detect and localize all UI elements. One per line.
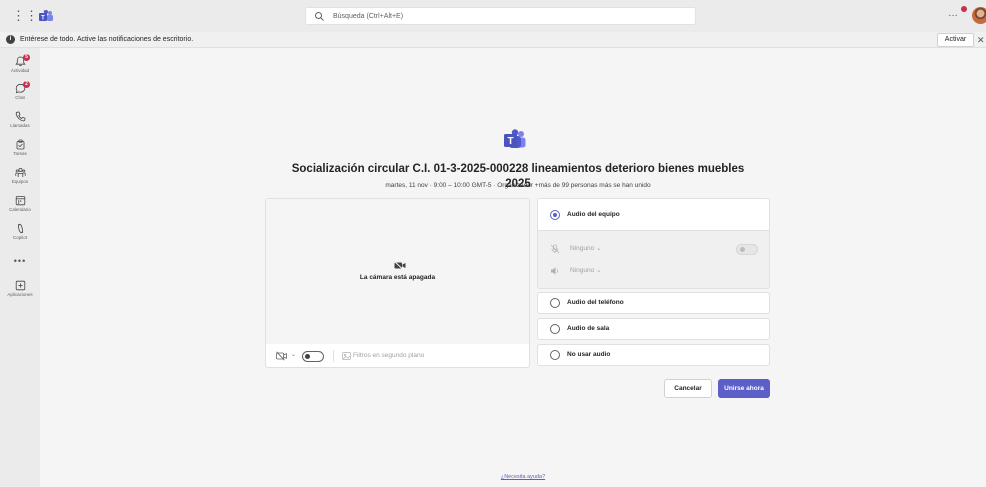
- audio-option-label: Audio del equipo: [567, 211, 620, 218]
- app-launcher-icon[interactable]: ⋮⋮⋮: [12, 9, 51, 23]
- video-preview-panel: La cámara está apagada ⌄ Filtros en segu…: [265, 198, 530, 368]
- activate-notifications-button[interactable]: Activar: [937, 33, 974, 47]
- search-icon: [315, 12, 324, 21]
- join-now-button[interactable]: Unirse ahora: [718, 379, 770, 398]
- rail-item-tasks[interactable]: Tareas: [0, 139, 40, 157]
- rail-item-calendar[interactable]: Calendario: [0, 195, 40, 213]
- search-placeholder[interactable]: Búsqueda (Ctrl+Alt+E): [333, 11, 403, 22]
- speaker-icon: [551, 267, 558, 275]
- teams-logo-icon: T: [504, 129, 526, 148]
- audio-option-none[interactable]: No usar audio: [537, 344, 770, 366]
- rail-label-calls: Llamadas: [10, 123, 30, 128]
- status-dot: [961, 6, 967, 12]
- calendar-icon: [15, 196, 25, 206]
- rail-label-copilot: Copilot: [12, 235, 27, 240]
- audio-option-room[interactable]: Audio de sala: [537, 318, 770, 340]
- audio-option-phone[interactable]: Audio del teléfono: [537, 292, 770, 314]
- avatar[interactable]: [972, 7, 986, 24]
- toggle-knob: [740, 247, 745, 252]
- rail-item-chat[interactable]: 2 Chat: [0, 81, 40, 101]
- background-filters-button[interactable]: Filtros en segundo plano: [353, 351, 424, 361]
- notification-banner: i Entérese de todo. Active las notificac…: [0, 32, 986, 48]
- radio-phone-audio[interactable]: [550, 298, 560, 308]
- activity-badge: 5: [23, 54, 30, 61]
- audio-option-label: No usar audio: [567, 351, 611, 358]
- more-apps-icon[interactable]: •••: [0, 256, 40, 266]
- rail-item-copilot[interactable]: Copilot: [0, 223, 40, 241]
- apps-add-icon: [15, 280, 25, 291]
- help-link[interactable]: ¿Necesita ayuda?: [440, 474, 606, 480]
- mic-off-icon[interactable]: [550, 244, 560, 254]
- video-preview: La cámara está apagada: [266, 199, 529, 344]
- meeting-details: martes, 11 nov · 9:00 – 10:00 GMT-5 · Or…: [385, 182, 651, 189]
- cancel-button[interactable]: Cancelar: [664, 379, 712, 398]
- video-controls: ⌄ Filtros en segundo plano: [266, 345, 529, 368]
- camera-off-icon: [394, 261, 406, 270]
- banner-text: Entérese de todo. Active las notificacio…: [20, 36, 194, 43]
- audio-device-settings: Ninguno ⌄ Ninguno ⌄: [537, 231, 770, 289]
- rail-label-tasks: Tareas: [13, 151, 27, 156]
- audio-option-label: Audio de sala: [567, 325, 610, 332]
- camera-off-icon[interactable]: [276, 351, 287, 361]
- more-options-icon[interactable]: …: [948, 8, 959, 19]
- search-box[interactable]: Búsqueda (Ctrl+Alt+E): [305, 7, 696, 25]
- rail-item-apps[interactable]: Aplicaciones: [0, 280, 40, 298]
- radio-room-audio[interactable]: [550, 324, 560, 334]
- svg-text:T: T: [507, 136, 513, 147]
- copilot-icon: [17, 223, 23, 234]
- info-icon: i: [6, 35, 15, 44]
- background-filters-icon: [342, 352, 351, 360]
- divider: [333, 350, 334, 362]
- title-bar: ⋮⋮⋮ T Búsqueda (Ctrl+Alt+E) …: [0, 0, 986, 32]
- rail-label-calendar: Calendario: [9, 207, 31, 212]
- phone-icon: [15, 111, 25, 122]
- audio-option-computer[interactable]: Audio del equipo: [537, 198, 770, 231]
- camera-off-text: La cámara está apagada: [359, 274, 436, 281]
- teams-group-icon: [14, 167, 26, 177]
- rail-item-teams[interactable]: Equipos: [0, 167, 40, 185]
- chat-badge: 2: [23, 81, 30, 88]
- rail-item-calls[interactable]: Llamadas: [0, 111, 40, 129]
- teams-logo-icon: T: [39, 10, 53, 22]
- microphone-select[interactable]: Ninguno ⌄: [570, 244, 601, 254]
- toggle-knob: [305, 354, 310, 359]
- rail-label-apps: Aplicaciones: [7, 292, 33, 297]
- radio-computer-audio[interactable]: [550, 210, 560, 220]
- rail-label-chat: Chat: [15, 95, 25, 100]
- speaker-select[interactable]: Ninguno ⌄: [570, 266, 601, 276]
- tasks-icon: [16, 139, 24, 150]
- app-rail: 5 Actividad 2 Chat Llamadas Tareas Equip…: [0, 48, 40, 487]
- chevron-down-icon[interactable]: ⌄: [291, 351, 296, 358]
- camera-toggle[interactable]: [302, 351, 324, 362]
- radio-no-audio[interactable]: [550, 350, 560, 360]
- rail-label-activity: Actividad: [10, 68, 30, 73]
- audio-option-label: Audio del teléfono: [567, 299, 624, 306]
- close-icon[interactable]: ✕: [977, 33, 985, 47]
- rail-label-teams: Equipos: [11, 179, 29, 184]
- svg-text:T: T: [41, 16, 45, 22]
- rail-item-activity[interactable]: 5 Actividad: [0, 54, 40, 74]
- mic-toggle[interactable]: [736, 244, 758, 255]
